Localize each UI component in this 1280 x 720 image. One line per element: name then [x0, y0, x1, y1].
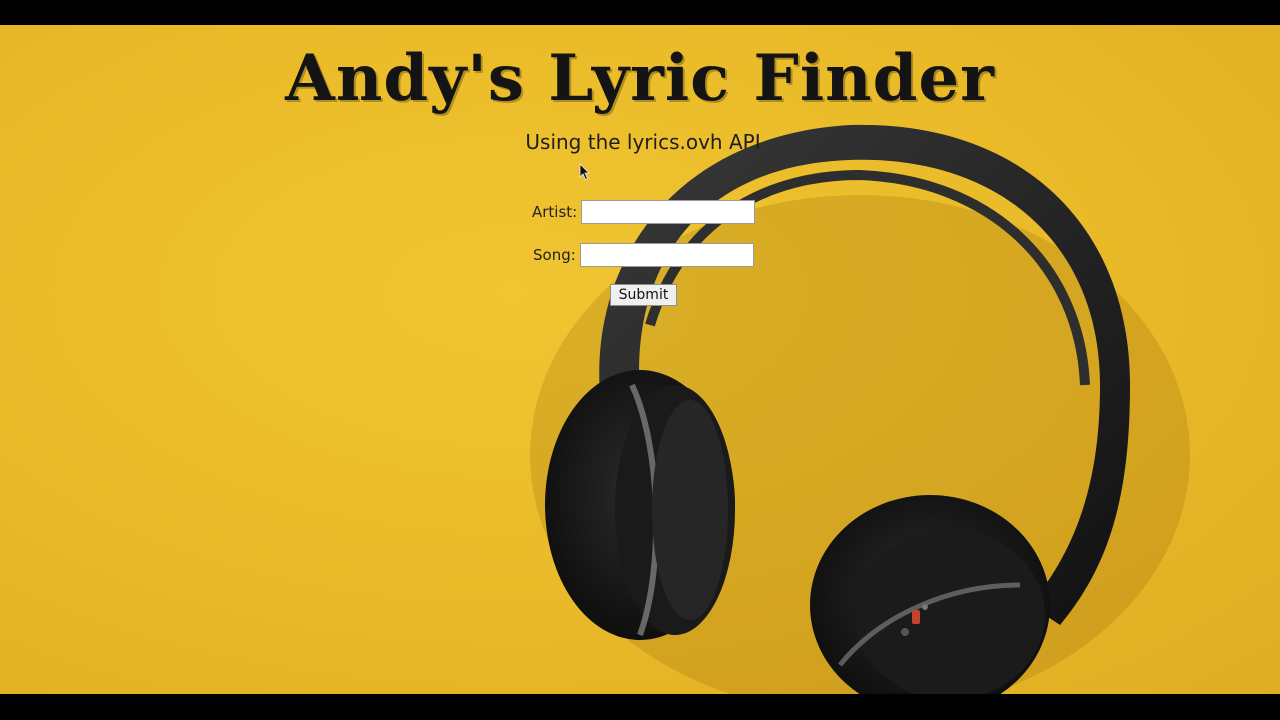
page-subtitle: Using the lyrics.ovh API — [525, 130, 761, 154]
song-label: Song: — [533, 246, 576, 264]
artist-input[interactable] — [581, 200, 756, 224]
song-row: Song: — [533, 243, 754, 267]
mouse-cursor-icon — [579, 163, 590, 181]
submit-button[interactable]: Submit — [610, 284, 677, 306]
page-title: Andy's Lyric Finder — [285, 41, 995, 116]
letterbox-top — [0, 0, 1280, 25]
song-input[interactable] — [579, 243, 754, 267]
headphones-background-image — [530, 124, 1190, 694]
artist-label: Artist: — [532, 203, 578, 221]
letterbox-bottom — [0, 694, 1280, 720]
artist-row: Artist: — [532, 200, 756, 224]
page-background: Andy's Lyric Finder Using the lyrics.ovh… — [0, 25, 1280, 694]
